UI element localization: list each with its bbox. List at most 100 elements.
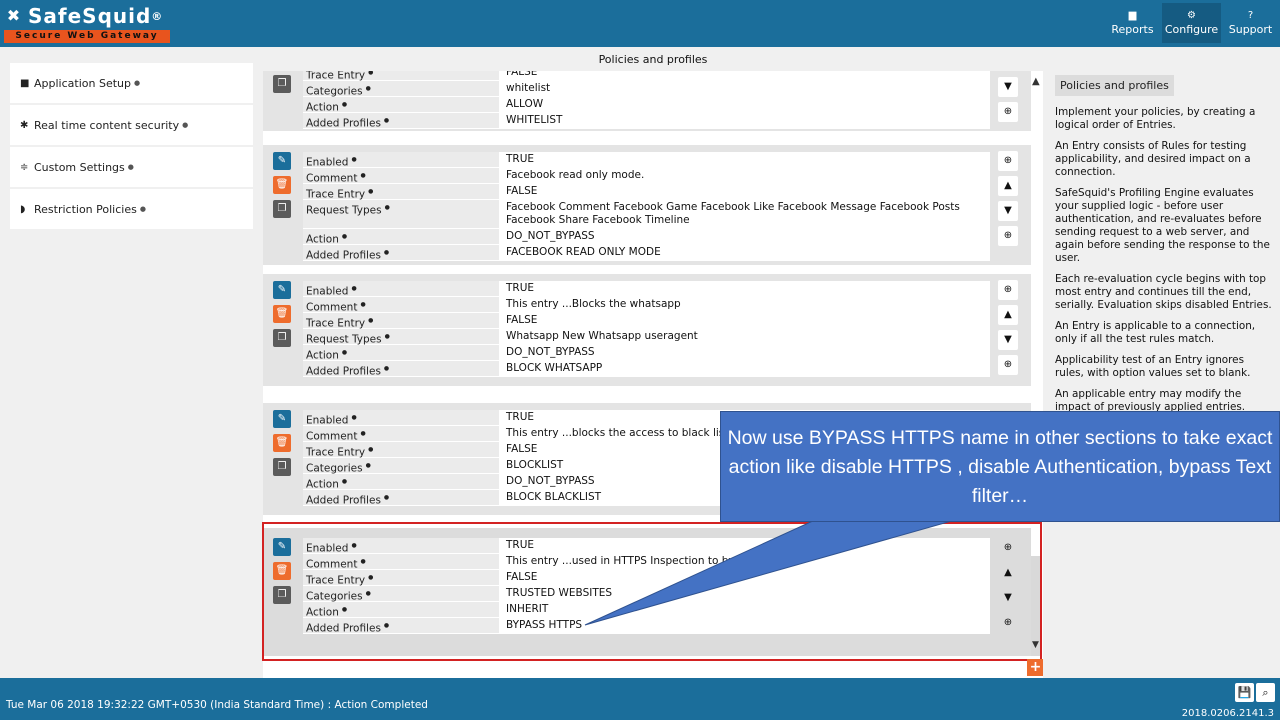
row-value[interactable]: BLOCK WHATSAPP: [499, 361, 990, 376]
help-paragraph: An Entry consists of Rules for testing a…: [1055, 140, 1251, 178]
info-icon: ●: [133, 79, 141, 87]
insert-above-icon[interactable]: ⊕: [998, 151, 1018, 171]
edit-icon[interactable]: ✎: [273, 281, 291, 299]
sidebar-item-label: Application Setup: [34, 76, 131, 90]
policy-entry: ✎ 🗑 ❐ Enabled ● TRUE Comment ● This entry ..…: [263, 274, 1031, 386]
delete-icon[interactable]: 🗑: [273, 434, 291, 452]
copy-icon[interactable]: ❐: [273, 458, 291, 476]
move-down-icon[interactable]: ▼: [998, 330, 1018, 350]
delete-icon[interactable]: 🗑: [273, 305, 291, 323]
row-value[interactable]: DO_NOT_BYPASS: [499, 229, 990, 244]
edit-icon[interactable]: ✎: [273, 410, 291, 428]
move-up-icon[interactable]: ▲: [998, 305, 1018, 325]
row-value[interactable]: WHITELIST: [499, 113, 990, 128]
row-value[interactable]: TRUE: [499, 152, 990, 167]
policy-entry: ❐ Trace Entry ● FALSE Categories ● whitelist…: [263, 71, 1031, 131]
info-icon: ●: [127, 163, 134, 171]
row-value[interactable]: Whatsapp New Whatsapp useragent: [499, 329, 990, 344]
nav-configure[interactable]: ⚙ Configure: [1162, 3, 1221, 43]
gears-icon: ⚙: [1187, 10, 1196, 21]
shield-icon: ◗: [20, 203, 26, 215]
move-down-icon[interactable]: ▼: [998, 201, 1018, 221]
info-icon: ●: [139, 205, 146, 213]
row-value[interactable]: TRUE: [499, 281, 990, 296]
policy-entry: ✎ 🗑 ❐ Enabled ● TRUE Comment ● Facebook read…: [263, 145, 1031, 265]
row-value[interactable]: FALSE: [499, 71, 990, 80]
row-value[interactable]: FACEBOOK READ ONLY MODE: [499, 245, 990, 260]
copy-icon[interactable]: ❐: [273, 200, 291, 218]
row-label: Enabled ●: [303, 410, 499, 427]
insert-above-icon[interactable]: ⊕: [998, 280, 1018, 300]
entry-row: Action ● ALLOW: [303, 97, 990, 114]
entry-row: Request Types ● Facebook Comment Facebook …: [303, 200, 990, 229]
insert-below-icon[interactable]: ⊕: [998, 355, 1018, 375]
move-up-icon[interactable]: ▲: [998, 176, 1018, 196]
entry-row: Trace Entry ● FALSE: [303, 71, 990, 82]
help-paragraph: Applicability test of an Entry ignores r…: [1055, 354, 1251, 379]
edit-icon[interactable]: ✎: [273, 152, 291, 170]
row-label: Comment ●: [303, 297, 499, 314]
row-value[interactable]: whitelist: [499, 81, 990, 96]
logo-tagline: Secure Web Gateway: [4, 30, 170, 43]
row-value[interactable]: FALSE: [499, 184, 990, 199]
entry-row: Added Profiles ● WHITELIST: [303, 113, 990, 130]
sliders-icon: ≑: [20, 161, 29, 173]
bug-icon: ✱: [20, 119, 29, 131]
row-value[interactable]: DO_NOT_BYPASS: [499, 345, 990, 360]
sidebar-item-restriction-policies[interactable]: ◗ Restriction Policies ●: [10, 189, 253, 229]
row-label: Request Types ●: [303, 329, 499, 346]
search-icon[interactable]: ⌕: [1256, 683, 1275, 702]
copy-icon[interactable]: ❐: [273, 329, 291, 347]
info-icon: ●: [182, 121, 189, 129]
row-label: Trace Entry ●: [303, 71, 499, 82]
copy-icon[interactable]: ❐: [273, 75, 291, 93]
page-title: Policies and profiles: [263, 47, 1043, 71]
move-down-icon[interactable]: ▼: [998, 77, 1018, 97]
entry-row: Comment ● Facebook read only mode.: [303, 168, 990, 185]
row-value[interactable]: This entry ...Blocks the whatsapp: [499, 297, 990, 312]
row-label: Comment ●: [303, 426, 499, 443]
nav-support[interactable]: ? Support: [1221, 3, 1280, 43]
row-label: Enabled ●: [303, 281, 499, 298]
row-value[interactable]: FALSE: [499, 313, 990, 328]
scroll-up-icon[interactable]: ▲: [1032, 76, 1040, 87]
save-icon[interactable]: 💾: [1235, 683, 1254, 702]
row-label: Added Profiles ●: [303, 490, 499, 507]
row-label: Action ●: [303, 474, 499, 491]
row-label: Categories ●: [303, 458, 499, 475]
row-value[interactable]: Facebook Comment Facebook Game Facebook …: [499, 200, 990, 228]
sidebar-item-custom-settings[interactable]: ≑ Custom Settings ●: [10, 147, 253, 187]
row-label: Trace Entry ●: [303, 442, 499, 459]
entry-row: Comment ● This entry ...Blocks the whatsap…: [303, 297, 990, 314]
entry-row: Trace Entry ● FALSE: [303, 184, 990, 201]
row-value[interactable]: Facebook read only mode.: [499, 168, 990, 183]
row-label: Added Profiles ●: [303, 113, 499, 130]
help-paragraph: Implement your policies, by creating a l…: [1055, 106, 1256, 131]
safesquid-logo: ✖ SafeSquid ® Secure Web Gateway: [4, 3, 170, 43]
entry-row: Added Profiles ● BLOCK WHATSAPP: [303, 361, 990, 378]
briefcase-icon: ■: [20, 77, 30, 89]
entry-row: Trace Entry ● FALSE: [303, 313, 990, 330]
entry-row: Added Profiles ● FACEBOOK READ ONLY MODE: [303, 245, 990, 262]
nav-reports[interactable]: ▆ Reports: [1103, 3, 1162, 43]
sidebar-item-application-setup[interactable]: ■ Application Setup ●: [10, 63, 253, 103]
highlight-box: [262, 522, 1042, 661]
sidebar-item-real-time-content-security[interactable]: ✱ Real time content security ●: [10, 105, 253, 145]
row-label: Action ●: [303, 345, 499, 362]
row-value[interactable]: ALLOW: [499, 97, 990, 112]
entry-row: Enabled ● TRUE: [303, 281, 990, 298]
help-title: Policies and profiles: [1055, 75, 1174, 96]
top-bar: ✖ SafeSquid ® Secure Web Gateway ▆ Report…: [0, 0, 1280, 47]
row-label: Trace Entry ●: [303, 184, 499, 201]
add-entry-button[interactable]: +: [1027, 659, 1044, 676]
row-label: Comment ●: [303, 168, 499, 185]
entry-row: Request Types ● Whatsapp New Whatsapp user…: [303, 329, 990, 346]
row-label: Trace Entry ●: [303, 313, 499, 330]
delete-icon[interactable]: 🗑: [273, 176, 291, 194]
insert-below-icon[interactable]: ⊕: [998, 226, 1018, 246]
insert-icon[interactable]: ⊕: [998, 102, 1018, 122]
entry-row: Enabled ● TRUE: [303, 152, 990, 169]
status-bar: Tue Mar 06 2018 19:32:22 GMT+0530 (India…: [0, 678, 1280, 720]
entry-row: Categories ● whitelist: [303, 81, 990, 98]
squid-icon: ✖: [6, 6, 22, 25]
